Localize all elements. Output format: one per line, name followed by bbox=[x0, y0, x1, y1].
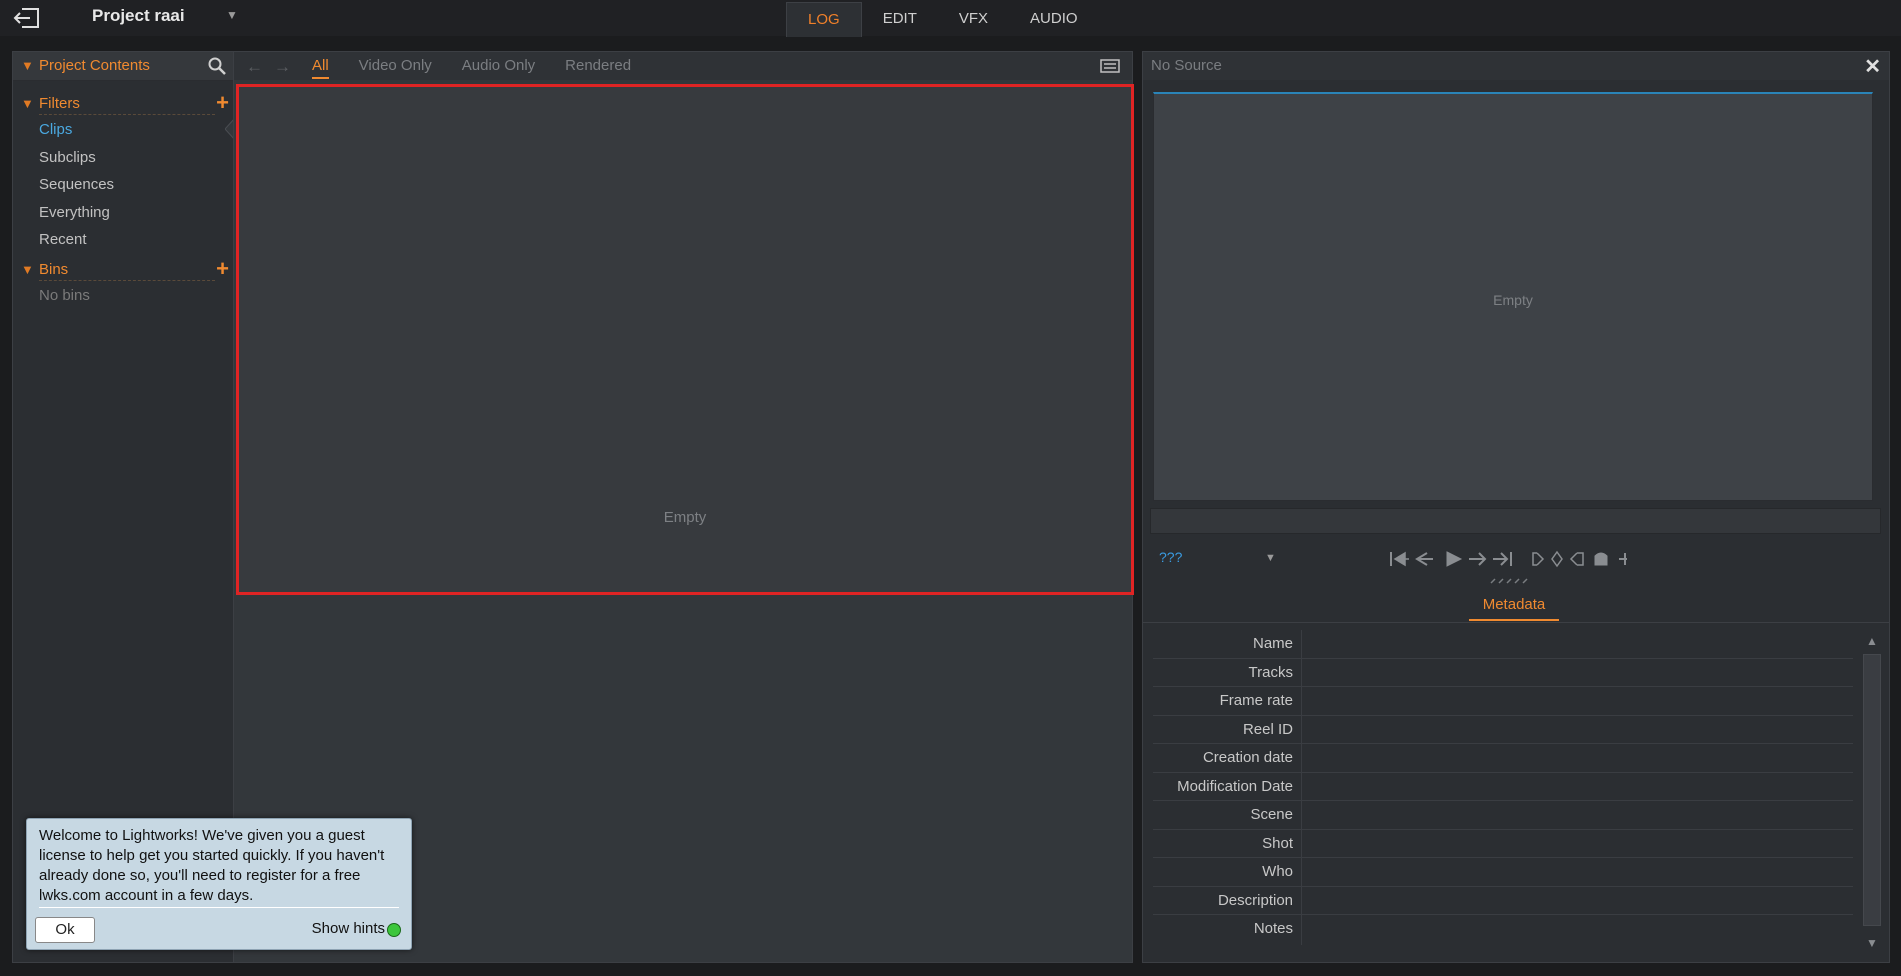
bins-label: Bins bbox=[39, 261, 69, 278]
metadata-row: Tracks bbox=[1153, 658, 1853, 687]
viewer-empty-text: Empty bbox=[1493, 292, 1533, 308]
project-contents-title: Project Contents bbox=[39, 57, 150, 74]
viewer-header: No Source ✕ bbox=[1143, 52, 1889, 80]
add-filter-icon[interactable]: + bbox=[216, 90, 229, 116]
viewer-title: No Source bbox=[1151, 57, 1222, 74]
timecode-dropdown-icon[interactable]: ▼ bbox=[1265, 552, 1276, 564]
clip-content-area[interactable]: Empty bbox=[236, 84, 1134, 595]
metadata-value-description[interactable] bbox=[1301, 886, 1853, 914]
metadata-row: Description bbox=[1153, 886, 1853, 915]
no-bins-text: No bins bbox=[39, 287, 90, 304]
metadata-value-tracks[interactable] bbox=[1301, 658, 1853, 686]
metadata-key-modification-date: Modification Date bbox=[1177, 777, 1293, 795]
filters-divider bbox=[39, 114, 215, 115]
filters-section[interactable]: ▼ Filters + bbox=[13, 90, 233, 118]
filter-item-subclips[interactable]: Subclips bbox=[39, 149, 96, 166]
filter-item-sequences[interactable]: Sequences bbox=[39, 176, 114, 193]
metadata-scrollbar[interactable]: ▲ ▼ bbox=[1863, 634, 1881, 950]
metadata-value-who[interactable] bbox=[1301, 858, 1853, 886]
browser-header: ← → All Video Only Audio Only Rendered bbox=[234, 52, 1132, 80]
top-bar: Project raai ▼ LOG EDIT VFX AUDIO bbox=[0, 0, 1901, 37]
panel-resize-grip[interactable] bbox=[1489, 578, 1533, 584]
main-tabs: LOG EDIT VFX AUDIO bbox=[786, 2, 1099, 37]
add-bin-icon[interactable]: + bbox=[216, 256, 229, 282]
metadata-value-notes[interactable] bbox=[1301, 915, 1853, 945]
scroll-up-icon[interactable]: ▲ bbox=[1866, 634, 1878, 648]
show-hints-indicator-icon[interactable] bbox=[387, 923, 401, 937]
metadata-key-creation-date: Creation date bbox=[1202, 749, 1293, 766]
browser-empty-text: Empty bbox=[663, 509, 707, 526]
metadata-key-notes: Notes bbox=[1253, 920, 1293, 937]
dropdown-icon[interactable]: ▼ bbox=[226, 8, 238, 22]
metadata-value-frame-rate[interactable] bbox=[1301, 687, 1853, 715]
metadata-row: Name bbox=[1153, 630, 1853, 659]
metadata-key-tracks: Tracks bbox=[1248, 663, 1293, 681]
metadata-key-description: Description bbox=[1217, 891, 1293, 909]
metadata-row: Modification Date bbox=[1153, 772, 1853, 801]
tab-log[interactable]: LOG bbox=[786, 2, 862, 37]
tab-edit[interactable]: EDIT bbox=[862, 2, 938, 36]
metadata-row: Frame rate bbox=[1153, 687, 1853, 716]
metadata-divider bbox=[1143, 622, 1889, 623]
filter-item-clips[interactable]: Clips bbox=[39, 121, 72, 138]
forward-arrow-icon[interactable]: → bbox=[274, 57, 291, 77]
metadata-row: Creation date bbox=[1153, 744, 1853, 773]
filters-label: Filters bbox=[39, 95, 80, 112]
filter-item-recent[interactable]: Recent bbox=[39, 231, 87, 248]
exit-icon[interactable] bbox=[12, 5, 42, 31]
metadata-value-scene[interactable] bbox=[1301, 801, 1853, 829]
viewer-screen[interactable]: Empty bbox=[1153, 92, 1873, 501]
bins-triangle-icon[interactable]: ▼ bbox=[21, 262, 34, 277]
filter-tab-all[interactable]: All bbox=[312, 57, 329, 79]
tab-metadata[interactable]: Metadata bbox=[1469, 596, 1559, 621]
filters-triangle-icon[interactable]: ▼ bbox=[21, 96, 34, 111]
transport-icons[interactable] bbox=[1387, 549, 1627, 569]
metadata-key-shot: Shot bbox=[1262, 834, 1293, 852]
collapse-triangle-icon[interactable]: ▼ bbox=[21, 58, 34, 73]
welcome-hint-popup: Welcome to Lightworks! We've given you a… bbox=[26, 818, 412, 950]
ok-button[interactable]: Ok bbox=[35, 917, 95, 943]
filter-item-everything[interactable]: Everything bbox=[39, 204, 110, 221]
hint-divider bbox=[39, 907, 399, 908]
metadata-row: Reel ID bbox=[1153, 715, 1853, 744]
tab-vfx[interactable]: VFX bbox=[938, 2, 1009, 36]
metadata-value-shot[interactable] bbox=[1301, 829, 1853, 857]
metadata-row: Shot bbox=[1153, 829, 1853, 858]
bins-section[interactable]: ▼ Bins + bbox=[13, 256, 233, 284]
metadata-key-reel-id: Reel ID bbox=[1242, 720, 1293, 738]
project-contents-header: ▼ Project Contents bbox=[13, 52, 233, 81]
metadata-value-reel-id[interactable] bbox=[1301, 715, 1853, 743]
timeline-scrub-bar[interactable] bbox=[1150, 508, 1881, 534]
metadata-key-scene: Scene bbox=[1250, 806, 1293, 823]
metadata-row: Who bbox=[1153, 858, 1853, 887]
list-view-icon[interactable] bbox=[1100, 59, 1120, 73]
metadata-value-name[interactable] bbox=[1301, 630, 1853, 658]
metadata-value-creation-date[interactable] bbox=[1301, 744, 1853, 772]
tab-audio[interactable]: AUDIO bbox=[1009, 2, 1099, 36]
metadata-row: Notes bbox=[1153, 915, 1853, 945]
metadata-key-who: Who bbox=[1262, 863, 1293, 880]
bins-divider bbox=[39, 280, 215, 281]
close-icon[interactable]: ✕ bbox=[1864, 54, 1881, 79]
browser-filter-tabs: All Video Only Audio Only Rendered bbox=[312, 57, 661, 79]
source-viewer-panel: No Source ✕ Empty ??? ▼ Metadata Name Tr… bbox=[1142, 51, 1890, 963]
back-arrow-icon[interactable]: ← bbox=[246, 57, 263, 77]
search-icon[interactable] bbox=[207, 56, 227, 76]
filter-tab-video-only[interactable]: Video Only bbox=[359, 57, 432, 79]
scroll-down-icon[interactable]: ▼ bbox=[1866, 936, 1878, 950]
hint-message: Welcome to Lightworks! We've given you a… bbox=[39, 827, 385, 904]
project-title: Project raai bbox=[92, 6, 185, 25]
metadata-table: Name Tracks Frame rate Reel ID Creation … bbox=[1153, 630, 1853, 945]
filter-tab-audio-only[interactable]: Audio Only bbox=[462, 57, 535, 79]
timecode-mode[interactable]: ??? bbox=[1159, 549, 1182, 565]
metadata-row: Scene bbox=[1153, 801, 1853, 830]
metadata-key-name: Name bbox=[1252, 635, 1293, 652]
show-hints-label: Show hints bbox=[311, 920, 385, 937]
filter-tab-rendered[interactable]: Rendered bbox=[565, 57, 631, 79]
metadata-key-frame-rate: Frame rate bbox=[1219, 692, 1293, 709]
scroll-track[interactable] bbox=[1863, 654, 1881, 926]
metadata-value-modification-date[interactable] bbox=[1301, 772, 1853, 800]
